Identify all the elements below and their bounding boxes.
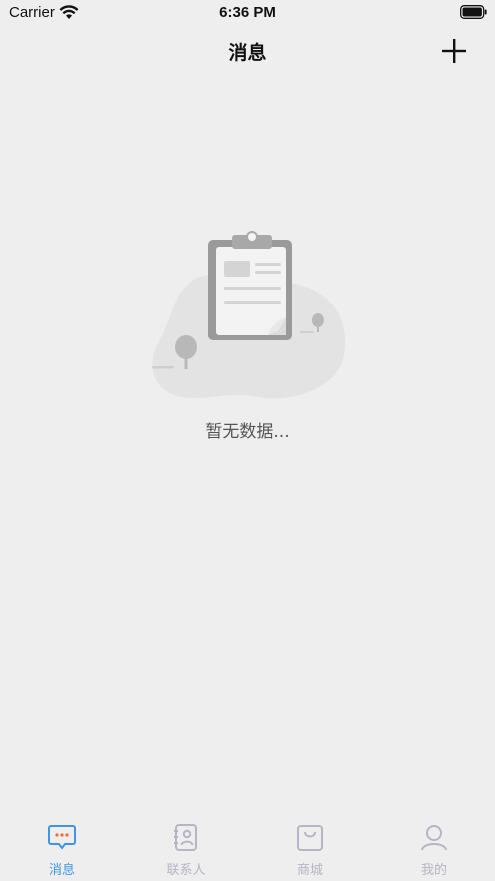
tab-label: 商城	[296, 863, 323, 878]
page-title: 消息	[228, 42, 267, 64]
status-bar: Carrier 6:36 PM	[0, 0, 495, 28]
tab-shop[interactable]: 商城	[248, 821, 372, 881]
tab-label: 消息	[48, 863, 75, 878]
add-button[interactable]	[441, 38, 467, 64]
clock: 6:36 PM	[219, 4, 276, 21]
empty-state-text: 暂无数据...	[205, 422, 290, 442]
tab-messages[interactable]: 消息	[0, 821, 124, 881]
tab-profile[interactable]: 我的	[372, 821, 495, 881]
navigation-bar: 消息	[0, 28, 495, 74]
tab-label: 我的	[420, 863, 447, 878]
battery-icon	[460, 5, 487, 19]
profile-icon	[421, 825, 447, 851]
plus-icon	[442, 39, 466, 63]
tab-label: 联系人	[166, 863, 206, 878]
clipboard-illustration	[152, 231, 346, 399]
tab-bar: 消息 联系人 商城 我的	[0, 821, 495, 881]
message-icon	[48, 825, 76, 850]
shopping-bag-icon	[297, 825, 323, 851]
tab-contacts[interactable]: 联系人	[124, 821, 248, 881]
contacts-icon	[174, 824, 197, 851]
